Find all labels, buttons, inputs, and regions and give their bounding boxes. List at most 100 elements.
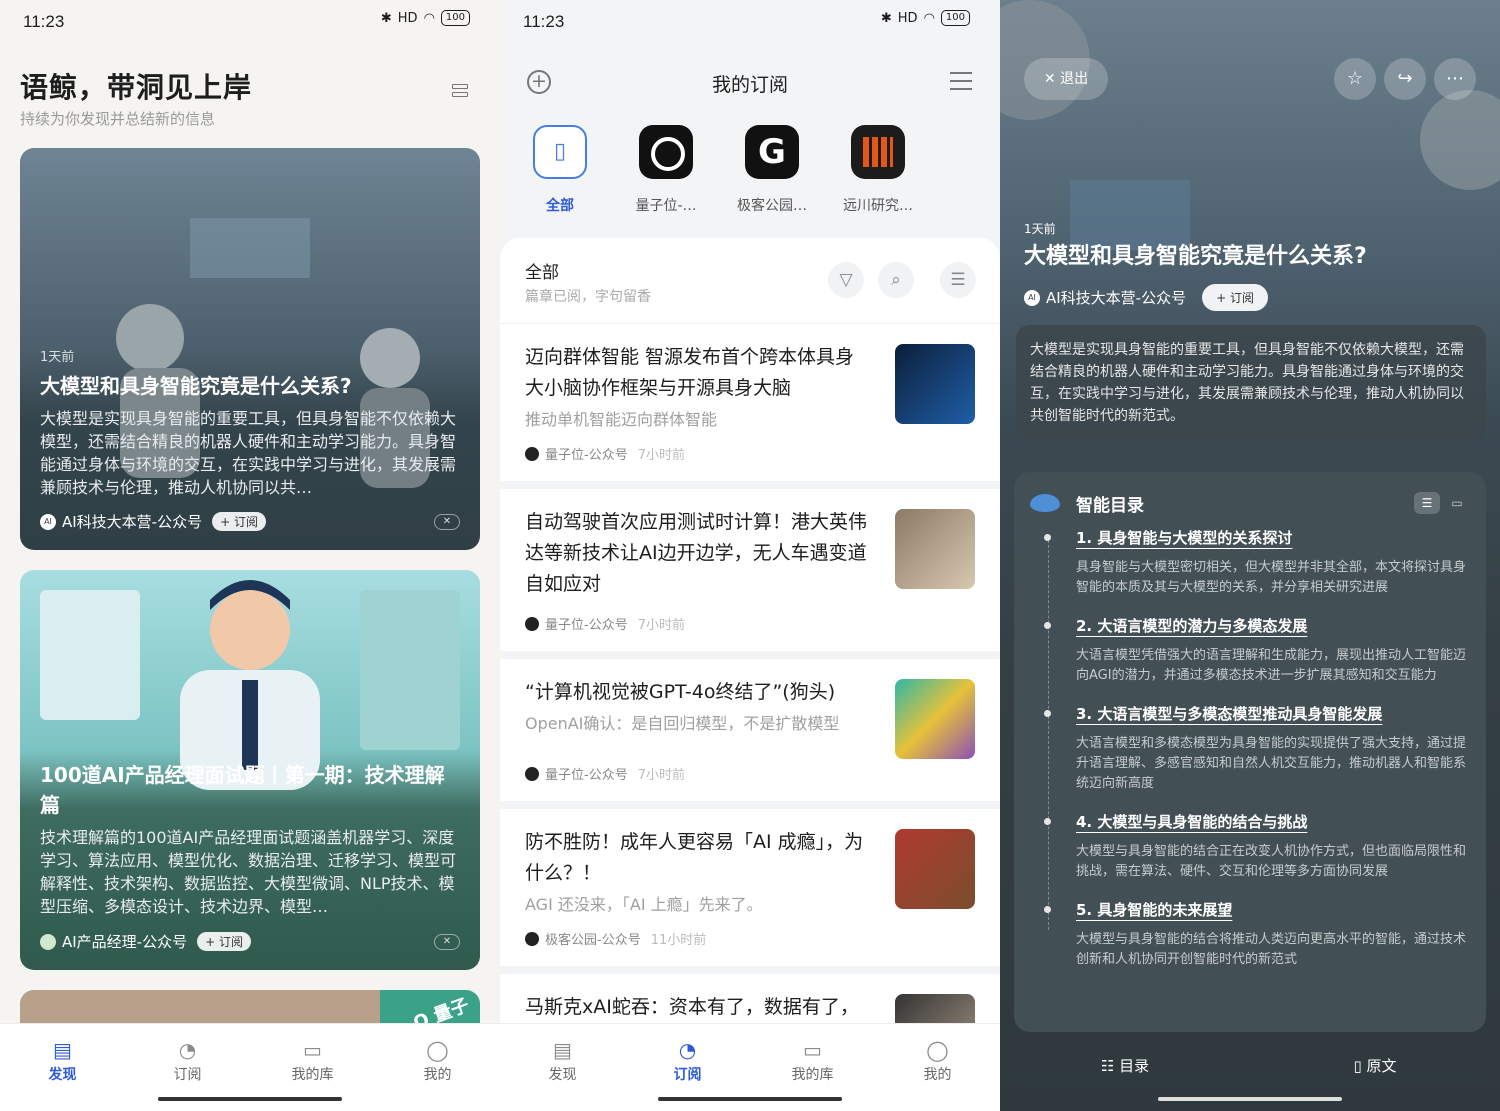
article-title: 大模型和具身智能究竟是什么关系? <box>1024 244 1367 269</box>
home-indicator <box>658 1097 842 1101</box>
toc-bullet-icon <box>1044 710 1051 717</box>
feed-subtitle: 篇章已阅，字句留香 <box>525 289 651 305</box>
source-logo-icon <box>525 766 539 781</box>
toc-bullet-icon <box>1044 818 1051 825</box>
toc-heading[interactable]: 4. 大模型与具身智能的结合与挑战 <box>1076 810 1470 834</box>
article-card[interactable]: 1天前 大模型和具身智能究竟是什么关系? 大模型是实现具身智能的重要工具，但具身… <box>20 148 480 550</box>
close-icon: ✕ <box>1043 71 1061 87</box>
page-title: 我的订阅 <box>711 74 788 96</box>
card-summary: 技术理解篇的100道AI产品经理面试题涵盖机器学习、深度学习、算法应用、模型优化… <box>40 828 457 916</box>
exit-button[interactable]: ✕ 退出 <box>1024 58 1108 100</box>
page-subtitle: 持续为你发现并总结新的信息 <box>20 110 216 128</box>
article-item[interactable]: 自动驾驶首次应用测试时计算！港大英伟达等新技术让AI边开边学，无人车遇变道自如应… <box>500 489 1000 659</box>
geekpark-logo-icon: G <box>745 125 799 179</box>
rss-icon: ◔ <box>678 1038 697 1062</box>
yuanchuan-logo-icon <box>851 125 905 179</box>
toc-description: 大语言模型和多模态模型为具身智能的实现提供了强大支持，通过提升语言理解、多感官感… <box>1076 736 1467 791</box>
source-all[interactable]: ▯ 全部 <box>525 125 595 215</box>
toc-heading[interactable]: 1. 具身智能与大模型的关系探讨 <box>1076 526 1470 550</box>
tab-me[interactable]: ◯ 我的 <box>875 1024 1000 1111</box>
bottom-nav: ▤ 发现 ◔ 订阅 ▭ 我的库 ◯ 我的 <box>0 1023 500 1111</box>
wifi-icon: ◠ <box>423 10 435 26</box>
dismiss-icon[interactable]: ✕ <box>434 513 460 530</box>
toc-bullet-icon <box>1044 906 1051 913</box>
toc-description: 大语言模型凭借强大的语言理解和生成能力，展现出推动人工智能迈向AGI的潜力，并通… <box>1076 648 1467 683</box>
share-icon[interactable]: ↪ <box>1384 58 1426 100</box>
source-liangziwei[interactable]: 量子位-… <box>631 125 701 215</box>
source-logo-icon <box>525 931 539 946</box>
book-icon: ▯ <box>533 125 587 179</box>
user-icon: ◯ <box>426 1038 449 1062</box>
toc-item[interactable]: 3. 大语言模型与多模态模型推动具身智能发展大语言模型和多模态模型为具身智能的实… <box>1044 702 1470 794</box>
toc-item[interactable]: 2. 大语言模型的潜力与多模态发展大语言模型凭借强大的语言理解和生成能力，展现出… <box>1044 614 1470 686</box>
star-icon[interactable]: ☆ <box>1334 58 1376 100</box>
source-geekpark[interactable]: G 极客公园… <box>737 125 807 215</box>
article-thumbnail <box>895 829 975 909</box>
card-age: 1天前 <box>40 350 75 365</box>
signal-icon: HD <box>897 10 918 26</box>
status-time: 11:23 <box>523 12 565 31</box>
battery-icon: 100 <box>440 10 470 26</box>
subscribe-button[interactable]: + 订阅 <box>212 512 266 531</box>
status-time: 11:23 <box>23 12 65 31</box>
bluetooth-icon: ✱ <box>880 10 892 26</box>
layout-toggle-icon[interactable] <box>452 84 468 98</box>
article-item[interactable]: 防不胜防！成年人更容易「AI 成瘾」，为什么？！ AGI 还没来，「AI 上瘾」… <box>500 809 1000 974</box>
card-source[interactable]: AI产品经理-公众号 <box>62 931 187 952</box>
toc-heading[interactable]: 3. 大语言模型与多模态模型推动具身智能发展 <box>1076 702 1470 726</box>
tab-discover[interactable]: ▤ 发现 <box>0 1024 125 1111</box>
article-item[interactable]: 迈向群体智能 智源发布首个跨本体具身大小脑协作框架与开源具身大脑 推动单机智能迈… <box>500 324 1000 489</box>
status-bar: 11:23 ✱ HD ◠ 100 <box>500 0 1000 42</box>
discover-icon: ▤ <box>53 1038 72 1062</box>
article-age: 1天前 <box>1024 222 1056 236</box>
home-indicator <box>158 1097 342 1101</box>
search-icon[interactable]: ⌕ <box>878 262 914 298</box>
card-source[interactable]: AI科技大本营-公众号 <box>62 511 202 532</box>
article-item[interactable]: 马斯克xAI蛇吞：资本有了，数据有了，商业模式也有了 <box>500 974 1000 1023</box>
article-summary: 大模型是实现具身智能的重要工具，但具身智能不仅依赖大模型，还需结合精良的机器人硬… <box>1016 325 1486 441</box>
article-source[interactable]: AI科技大本营-公众号 <box>1046 287 1186 308</box>
source-yuanchuan[interactable]: 远川研究… <box>843 125 913 215</box>
signal-icon: HD <box>397 10 418 26</box>
menu-icon[interactable] <box>950 72 972 96</box>
battery-icon: 100 <box>940 10 970 26</box>
toc-item[interactable]: 5. 具身智能的未来展望 大模型与具身智能的结合将推动人类迈向更高水平的智能，通过… <box>1044 898 1470 970</box>
card-title: 大模型和具身智能究竟是什么关系? <box>40 374 352 398</box>
tab-discover[interactable]: ▤ 发现 <box>500 1024 625 1111</box>
article-card[interactable]: 100道AI产品经理面试题丨第一期：技术理解篇 技术理解篇的100道AI产品经理… <box>20 570 480 970</box>
list-icon[interactable]: ☰ <box>940 262 976 298</box>
article-feed: 全部 篇章已阅，字句留香 ▽ ⌕ ☰ 迈向群体智能 智源发布首个跨本体具身大小脑… <box>500 238 1000 1023</box>
toc-item[interactable]: 4. 大模型与具身智能的结合与挑战大模型与具身智能的结合正在改变人机协作方式，但… <box>1044 810 1470 882</box>
tab-me[interactable]: ◯ 我的 <box>375 1024 500 1111</box>
toc-description: 具身智能与大模型密切相关，但大模型并非其全部，本文将探讨具身智能的本质及其与大模… <box>1076 560 1467 595</box>
discover-screen: 11:23 ✱ HD ◠ 100 语鲸，带洞见上岸 持续为你发现并总结新的信息 … <box>0 0 500 1111</box>
reader-screen: ✕ 退出 ☆ ↪ ⋯ 1天前 大模型和具身智能究竟是什么关系? AI AI科技大… <box>1000 0 1500 1111</box>
book-icon: ▯ <box>1353 1057 1367 1075</box>
smart-toc: 智能目录 ☰ ▭ 1. 具身智能与大模型的关系探讨具身智能与大模型密切相关，但大… <box>1014 472 1486 1032</box>
subscription-sources: ▯ 全部 量子位-… G 极客公园… 远川研究… <box>525 125 913 215</box>
page-title: 语鲸，带洞见上岸 <box>20 71 253 104</box>
archive-icon: ▭ <box>303 1038 322 1062</box>
source-logo-icon: AI <box>40 513 56 530</box>
more-icon[interactable]: ⋯ <box>1434 58 1476 100</box>
article-thumbnail <box>895 994 975 1023</box>
feed-title: 全部 <box>525 263 559 283</box>
user-icon: ◯ <box>926 1038 949 1062</box>
toc-heading[interactable]: 2. 大语言模型的潜力与多模态发展 <box>1076 614 1470 638</box>
article-thumbnail <box>895 679 975 759</box>
card-view-icon[interactable]: ▭ <box>1444 492 1470 514</box>
subscribe-button[interactable]: + 订阅 <box>1202 284 1268 311</box>
toc-item[interactable]: 1. 具身智能与大模型的关系探讨具身智能与大模型密切相关，但大模型并非其全部，本… <box>1044 526 1470 598</box>
article-item[interactable]: “计算机视觉被GPT-4o终结了”(狗头) OpenAI确认：是自回归模型，不是… <box>500 659 1000 809</box>
toc-heading[interactable]: 5. 具身智能的未来展望 <box>1076 898 1470 922</box>
toc-title: 智能目录 <box>1076 495 1144 516</box>
bottom-nav: ▤ 发现 ◔ 订阅 ▭ 我的库 ◯ 我的 <box>500 1023 1000 1111</box>
subscribe-button[interactable]: + 订阅 <box>197 932 251 951</box>
source-logo-icon <box>525 616 539 631</box>
subscriptions-screen: 11:23 ✱ HD ◠ 100 + 我的订阅 ▯ 全部 量子位-… G 极客公… <box>500 0 1000 1111</box>
dismiss-icon[interactable]: ✕ <box>434 933 460 950</box>
toc-description: 大模型与具身智能的结合正在改变人机协作方式，但也面临局限性和挑战，需在算法、硬件… <box>1076 844 1467 879</box>
toc-bullet-icon <box>1044 534 1051 541</box>
filter-icon[interactable]: ▽ <box>828 262 864 298</box>
list-view-icon[interactable]: ☰ <box>1414 492 1440 514</box>
